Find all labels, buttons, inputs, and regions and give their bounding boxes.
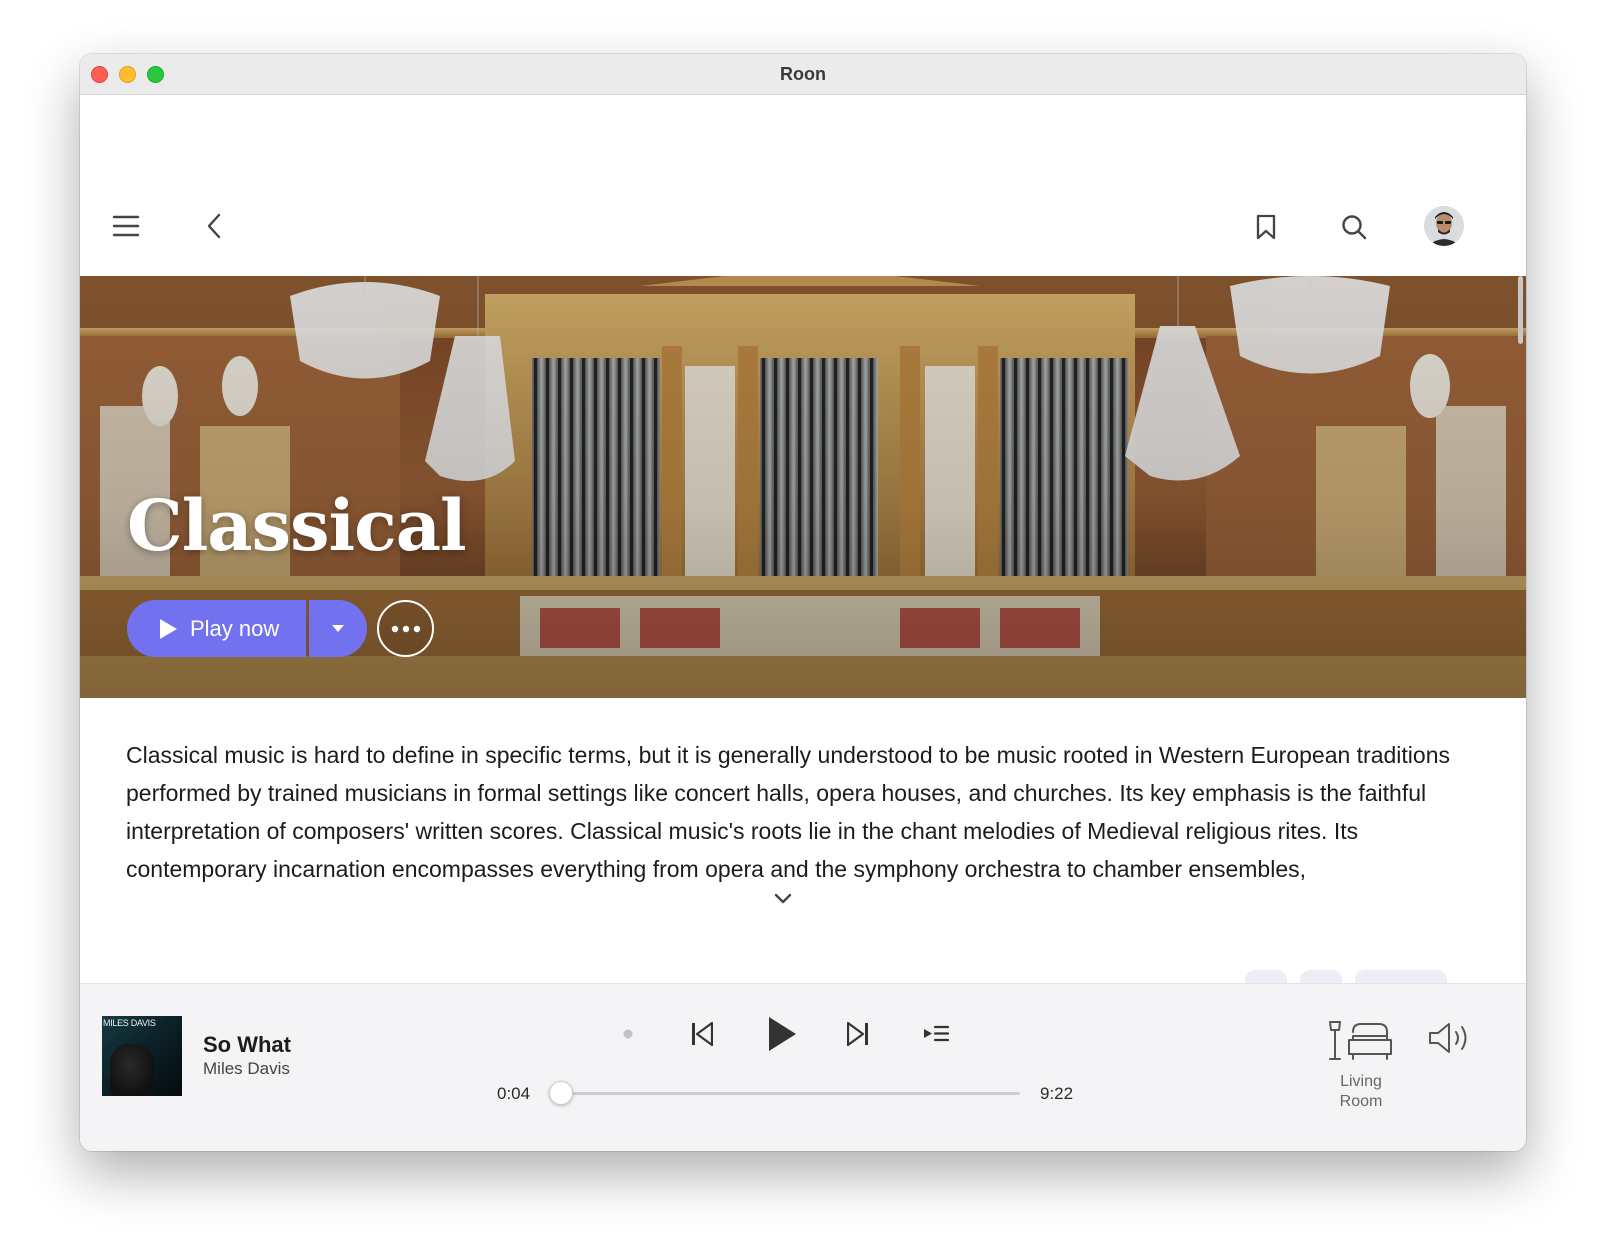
bookmark-icon [1256,214,1276,240]
zone-name-line2: Room [1339,1093,1383,1110]
play-icon [160,618,177,639]
chevron-left-icon [207,213,221,239]
more-options-button[interactable] [377,600,434,657]
seek-bar[interactable] [558,1092,1020,1095]
hidden-content-chip [1245,970,1287,984]
seek-bar-handle[interactable] [549,1081,574,1105]
chevron-down-icon [774,893,792,904]
speaker-volume-icon [1429,1023,1467,1053]
elapsed-time: 0:04 [497,1084,531,1103]
next-track-button[interactable] [842,1018,874,1050]
zone-name[interactable]: Living Room [1328,1072,1394,1112]
back-button[interactable] [200,212,228,240]
track-title[interactable]: So What [203,1032,291,1058]
skip-forward-icon [847,1022,868,1046]
hero-banner: Classical Play now [80,276,1526,698]
play-pause-button[interactable] [760,1010,804,1058]
shuffle-indicator[interactable] [620,1026,636,1042]
search-button[interactable] [1339,212,1369,242]
ellipsis-icon [391,625,420,632]
hidden-content-chip [1355,970,1447,984]
play-now-button[interactable]: Play now [127,600,306,657]
window-title: Roon [780,64,826,84]
search-icon [1342,215,1367,240]
album-art-figure [110,1044,154,1096]
volume-button[interactable] [1426,1020,1472,1056]
queue-button[interactable] [920,1020,952,1048]
play-now-label: Play now [190,615,280,641]
bookmark-button[interactable] [1252,212,1280,242]
app-window: Roon Classical Play now Classical music … [80,54,1526,1151]
play-icon [769,1017,796,1051]
skip-back-icon [692,1022,713,1046]
living-room-zone-icon [1329,1021,1392,1060]
queue-icon [924,1025,949,1042]
hidden-content-chip [1300,970,1342,984]
zone-button[interactable] [1326,1014,1398,1066]
play-options-dropdown[interactable] [309,600,367,657]
track-artist[interactable]: Miles Davis [203,1059,290,1079]
genre-description: Classical music is hard to define in spe… [126,742,1450,882]
expand-description-button[interactable] [773,892,793,910]
user-avatar[interactable] [1424,206,1464,246]
hamburger-menu-icon[interactable] [110,212,142,240]
album-art[interactable]: MILES DAVIS [102,1016,182,1096]
title-bar: Roon [80,54,1526,95]
scrollbar[interactable] [1518,276,1523,344]
caret-down-icon [332,625,344,632]
zone-name-line1: Living [1340,1073,1382,1090]
page-title: Classical [127,484,467,567]
previous-track-button[interactable] [686,1018,718,1050]
now-playing-bar: MILES DAVIS So What Miles Davis 0:04 9:2… [80,983,1526,1151]
album-art-text: MILES DAVIS [103,1018,156,1028]
dot-icon [623,1029,633,1039]
total-duration: 9:22 [1040,1084,1074,1103]
